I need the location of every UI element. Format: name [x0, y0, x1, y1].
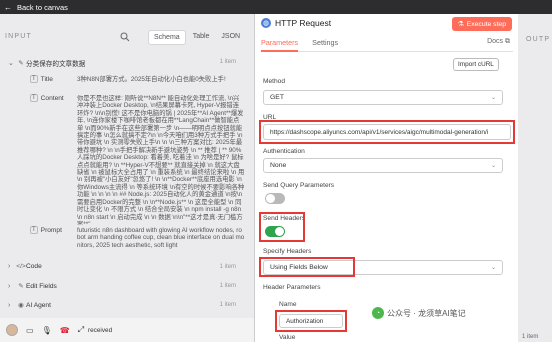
- ai-item-count: 1 item: [219, 302, 236, 308]
- tab-parameters[interactable]: Parameters: [261, 38, 299, 52]
- microphone-icon[interactable]: 🎙: [42, 326, 52, 335]
- send-query-toggle[interactable]: [265, 193, 285, 204]
- chevron-right-icon[interactable]: ›: [8, 302, 16, 309]
- chevron-down-icon: ⌄: [490, 95, 496, 101]
- ai-agent-label: AI Agent: [26, 301, 51, 309]
- docs-link[interactable]: Docs ⧉: [487, 38, 510, 46]
- specify-headers-label: Specify Headers: [263, 248, 312, 255]
- chevron-down-icon[interactable]: ⌄: [8, 59, 16, 67]
- code-icon: </>: [16, 263, 26, 270]
- authentication-select[interactable]: None ⌄: [263, 158, 503, 173]
- flask-icon: ⚗: [457, 21, 464, 28]
- tree-root-label: 分类保存的文章数据: [26, 61, 86, 68]
- robot-icon: ◉: [18, 302, 24, 309]
- call-toolbar: ▭ 🎙 ☎ ⤢ received: [0, 318, 254, 342]
- edit-fields-label: Edit Fields: [26, 282, 57, 290]
- back-to-canvas-link[interactable]: Back to canvas: [17, 3, 68, 12]
- input-panel: INPUT Schema Table JSON ⌄ ✎ 分类保存的文章数据 1 …: [0, 14, 254, 342]
- title-field-label: T Title: [30, 75, 53, 83]
- tree-ai-agent-row[interactable]: › ◉ AI Agent: [8, 301, 51, 310]
- prompt-field-label: T Prompt: [30, 226, 62, 234]
- tab-table[interactable]: Table: [188, 30, 215, 45]
- url-highlight-box: [259, 120, 515, 144]
- tree-code-row[interactable]: › </> Code: [8, 263, 42, 270]
- code-node-label: Code: [26, 263, 42, 270]
- edit-item-count: 1 item: [219, 283, 236, 289]
- content-field-label: T Content: [30, 94, 64, 102]
- globe-icon: ◍: [261, 18, 271, 28]
- avatar[interactable]: [6, 324, 18, 336]
- tree-root-row[interactable]: ⌄ ✎ 分类保存的文章数据: [8, 58, 85, 68]
- chevron-down-icon: ⌄: [490, 265, 496, 271]
- header-name-highlight-box: [275, 310, 347, 332]
- input-header: INPUT: [5, 33, 32, 40]
- screen-share-icon[interactable]: ▭: [26, 326, 34, 335]
- tab-settings[interactable]: Settings: [312, 38, 338, 51]
- http-request-panel: ◍ HTTP Request ⚗ Execute step Parameters…: [254, 14, 518, 342]
- wechat-icon: ◔: [372, 307, 384, 319]
- send-query-label: Send Query Parameters: [263, 182, 335, 189]
- content-value: 你是不是也这样: 刚听说**N8N** 能自动化处理工作流, \n兴冲冲装上Do…: [77, 95, 245, 225]
- output-panel: OUTP 1 item: [518, 14, 552, 342]
- import-curl-button[interactable]: Import cURL: [453, 58, 499, 71]
- header-parameters-label: Header Parameters: [263, 284, 321, 291]
- chevron-down-icon: ⌄: [490, 163, 496, 169]
- text-type-icon: T: [30, 75, 38, 83]
- back-arrow-icon[interactable]: ←: [4, 3, 12, 12]
- specify-headers-highlight-box: [259, 257, 355, 277]
- panel-title: ◍ HTTP Request: [261, 18, 332, 28]
- text-type-icon: T: [30, 94, 38, 102]
- method-select[interactable]: GET ⌄: [263, 90, 503, 105]
- chevron-right-icon[interactable]: ›: [8, 263, 16, 270]
- output-header: OUTP: [526, 36, 551, 43]
- text-type-icon: T: [30, 226, 38, 234]
- view-tabs: Schema Table JSON: [148, 30, 245, 45]
- header-value-label: Value: [279, 334, 296, 341]
- tab-json[interactable]: JSON: [216, 30, 245, 45]
- watermark: ◔ 公众号 · 龙须草AI笔记: [372, 307, 466, 319]
- chevron-right-icon[interactable]: ›: [8, 283, 16, 290]
- output-item-count: 1 item: [522, 334, 539, 340]
- tab-schema[interactable]: Schema: [148, 30, 186, 45]
- title-value: 3种N8N部署方式。2025年自动化小白也能0失败上手!: [77, 76, 226, 83]
- method-label: Method: [263, 78, 285, 85]
- panel-tabs: Parameters Settings: [261, 38, 513, 52]
- header-name-label: Name: [279, 301, 297, 308]
- top-bar: ← Back to canvas: [0, 0, 552, 14]
- hang-up-icon[interactable]: ☎: [60, 326, 70, 335]
- tree-edit-fields-row[interactable]: › ✎ Edit Fields: [8, 282, 57, 291]
- prompt-value: futuristic n8n dashboard with glowing AI…: [77, 227, 245, 249]
- execute-step-button[interactable]: ⚗ Execute step: [451, 17, 512, 31]
- code-item-count: 1 item: [219, 264, 236, 270]
- send-headers-highlight-box: [259, 212, 305, 242]
- external-link-icon: ⧉: [505, 38, 510, 45]
- received-text: received: [88, 326, 113, 334]
- edit-icon: ✎: [18, 60, 24, 67]
- pen-icon: ✎: [18, 283, 24, 290]
- authentication-label: Authentication: [263, 148, 305, 155]
- root-item-count: 1 item: [219, 59, 236, 65]
- expand-icon[interactable]: ⤢: [78, 325, 84, 335]
- search-icon[interactable]: [120, 32, 130, 42]
